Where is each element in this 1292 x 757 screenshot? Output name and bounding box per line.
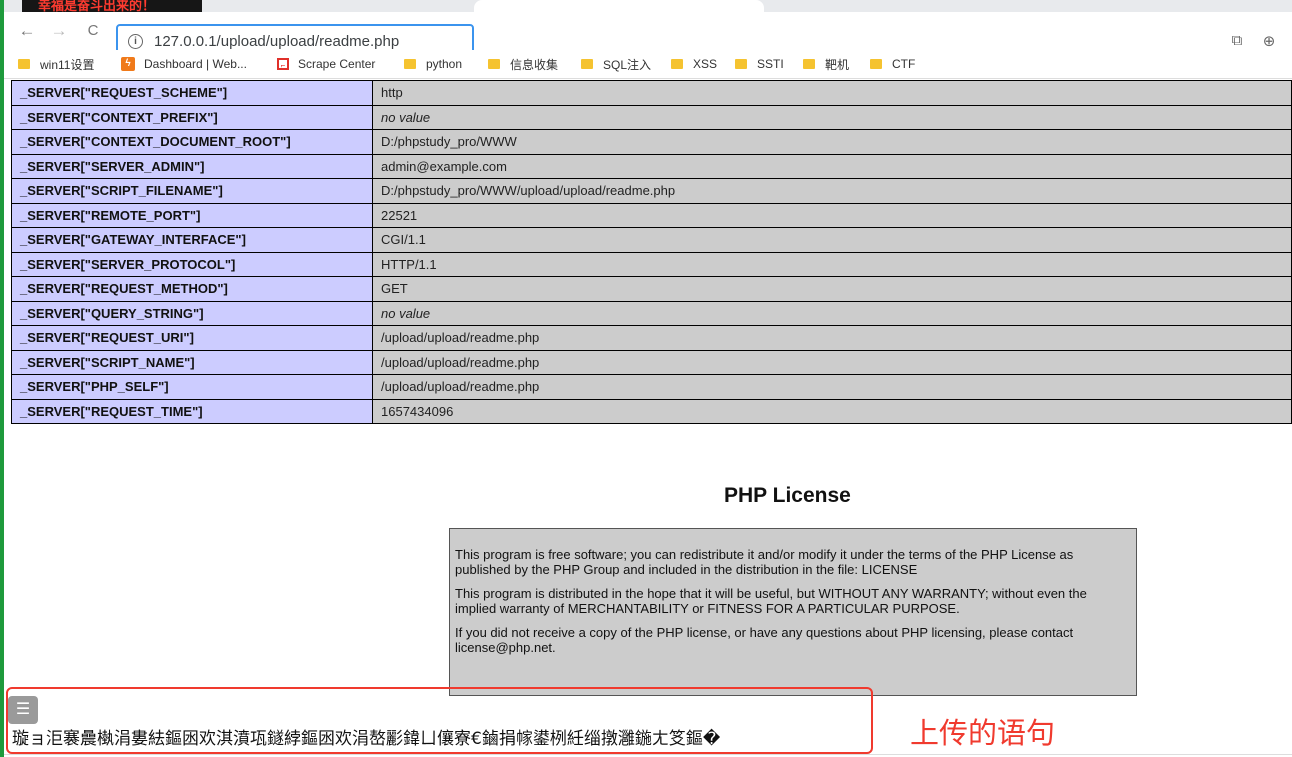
garbled-output-text: 璇ョ洰褰曟槸涓婁紶鏂囦欢淇濆瓨鐩綍鏂囦欢涓嶅彲鍏ㄩ儴寮€鏀捐幏鍙栵紝缁撴灉鍦ㄤ笅… <box>12 729 721 749</box>
license-box: This program is free software; you can r… <box>449 528 1137 696</box>
table-row: _SERVER["CONTEXT_DOCUMENT_ROOT"] D:/phpst… <box>11 129 1292 155</box>
bookmark-python[interactable]: python <box>404 55 462 73</box>
browser-toolbar: ← → C i 127.0.0.1/upload/upload/readme.p… <box>4 12 1292 58</box>
folder-icon <box>581 59 593 69</box>
server-key: _SERVER["SCRIPT_FILENAME"] <box>11 178 373 204</box>
server-key: _SERVER["REMOTE_PORT"] <box>11 202 373 228</box>
zoom-icon[interactable]: ⊕ <box>1260 32 1278 50</box>
bookmark-ssti[interactable]: SSTI <box>735 55 784 73</box>
table-row: _SERVER["SCRIPT_NAME"]/upload/upload/rea… <box>11 349 1292 375</box>
table-row: _SERVER["REQUEST_TIME"] 1657434096 <box>11 398 1292 424</box>
server-variables-table: _SERVER["REQUEST_SCHEME"] http _SERVER["C… <box>11 80 1292 424</box>
bookmark-scrape-center[interactable]: ⌐ Scrape Center <box>277 55 375 73</box>
annotation-label: 上传的语句 <box>910 716 1056 750</box>
folder-icon <box>803 59 815 69</box>
server-value: D:/phpstudy_pro/WWW <box>372 129 1292 155</box>
table-row: _SERVER["GATEWAY_INTERFACE"] CGI/1.1 <box>11 227 1292 253</box>
server-value: HTTP/1.1 <box>372 251 1292 277</box>
server-value: admin@example.com <box>372 153 1292 179</box>
server-key: _SERVER["CONTEXT_PREFIX"] <box>11 104 373 130</box>
server-key: _SERVER["REQUEST_METHOD"] <box>11 276 373 302</box>
table-row: _SERVER["SCRIPT_FILENAME"] D:/phpstudy_pr… <box>11 178 1292 204</box>
menu-icon[interactable]: ☰ <box>8 696 38 724</box>
folder-icon <box>488 59 500 69</box>
server-value: /upload/upload/readme.php <box>372 325 1292 351</box>
server-key: _SERVER["QUERY_STRING"] <box>11 300 373 326</box>
left-edge-strip <box>0 0 4 757</box>
translate-icon[interactable]: ⧉ <box>1228 32 1246 49</box>
table-row: _SERVER["SERVER_ADMIN"] admin@example.com <box>11 153 1292 179</box>
server-key: _SERVER["CONTEXT_DOCUMENT_ROOT"] <box>11 129 373 155</box>
bookmark-ctf[interactable]: CTF <box>870 55 915 73</box>
server-key: _SERVER["SCRIPT_NAME"] <box>11 349 373 375</box>
server-key: _SERVER["GATEWAY_INTERFACE"] <box>11 227 373 253</box>
server-key: _SERVER["PHP_SELF"] <box>11 374 373 400</box>
folder-icon <box>735 59 747 69</box>
bookmark-info-gathering[interactable]: 信息收集 <box>488 55 558 73</box>
reload-icon[interactable]: C <box>82 20 104 42</box>
bookmark-target-vm[interactable]: 靶机 <box>803 55 849 73</box>
server-value: CGI/1.1 <box>372 227 1292 253</box>
folder-icon <box>18 59 30 69</box>
table-row: _SERVER["SERVER_PROTOCOL"] HTTP/1.1 <box>11 251 1292 277</box>
back-icon[interactable]: ← <box>16 20 38 42</box>
active-tab[interactable] <box>474 0 764 12</box>
server-key: _SERVER["REQUEST_SCHEME"] <box>11 80 373 106</box>
server-key: _SERVER["SERVER_PROTOCOL"] <box>11 251 373 277</box>
dashboard-icon: ϟ <box>121 57 135 71</box>
server-value: /upload/upload/readme.php <box>372 349 1292 375</box>
table-row: _SERVER["REQUEST_SCHEME"] http <box>11 80 1292 106</box>
server-value: /upload/upload/readme.php <box>372 374 1292 400</box>
table-row: _SERVER["CONTEXT_PREFIX"] no value <box>11 104 1292 130</box>
server-key: _SERVER["SERVER_ADMIN"] <box>11 153 373 179</box>
server-value: D:/phpstudy_pro/WWW/upload/upload/readme… <box>372 178 1292 204</box>
table-row: _SERVER["REMOTE_PORT"] 22521 <box>11 202 1292 228</box>
url-text[interactable]: 127.0.0.1/upload/upload/readme.php <box>154 33 399 50</box>
bookmarks-bar: win11设置 ϟ Dashboard | Web... ⌐ Scrape Cent… <box>4 50 1292 79</box>
server-value: no value <box>372 300 1292 326</box>
forward-icon[interactable]: → <box>48 20 70 42</box>
scrape-icon: ⌐ <box>277 58 289 70</box>
bookmark-xss[interactable]: XSS <box>671 55 717 73</box>
server-value: http <box>372 80 1292 106</box>
license-title: PHP License <box>724 484 851 507</box>
license-paragraph: This program is free software; you can r… <box>455 547 1074 577</box>
bookmark-dashboard[interactable]: ϟ Dashboard | Web... <box>121 55 247 73</box>
site-info-icon[interactable]: i <box>128 34 143 49</box>
table-row: _SERVER["REQUEST_METHOD"] GET <box>11 276 1292 302</box>
folder-icon <box>870 59 882 69</box>
server-key: _SERVER["REQUEST_TIME"] <box>11 398 373 424</box>
folder-icon <box>671 59 683 69</box>
table-row: _SERVER["PHP_SELF"]/upload/upload/readme… <box>11 374 1292 400</box>
table-row: _SERVER["QUERY_STRING"] no value <box>11 300 1292 326</box>
bookmark-win11[interactable]: win11设置 <box>18 55 94 73</box>
license-paragraph: If you did not receive a copy of the PHP… <box>455 625 1074 655</box>
table-row: _SERVER["REQUEST_URI"]/upload/upload/rea… <box>11 325 1292 351</box>
license-paragraph: This program is distributed in the hope … <box>455 586 1087 616</box>
server-value: 22521 <box>372 202 1292 228</box>
bookmark-sqli[interactable]: SQL注入 <box>581 55 651 73</box>
server-value: no value <box>372 104 1292 130</box>
server-value: GET <box>372 276 1292 302</box>
folder-icon <box>404 59 416 69</box>
server-key: _SERVER["REQUEST_URI"] <box>11 325 373 351</box>
divider <box>4 754 1292 755</box>
server-value: 1657434096 <box>372 398 1292 424</box>
